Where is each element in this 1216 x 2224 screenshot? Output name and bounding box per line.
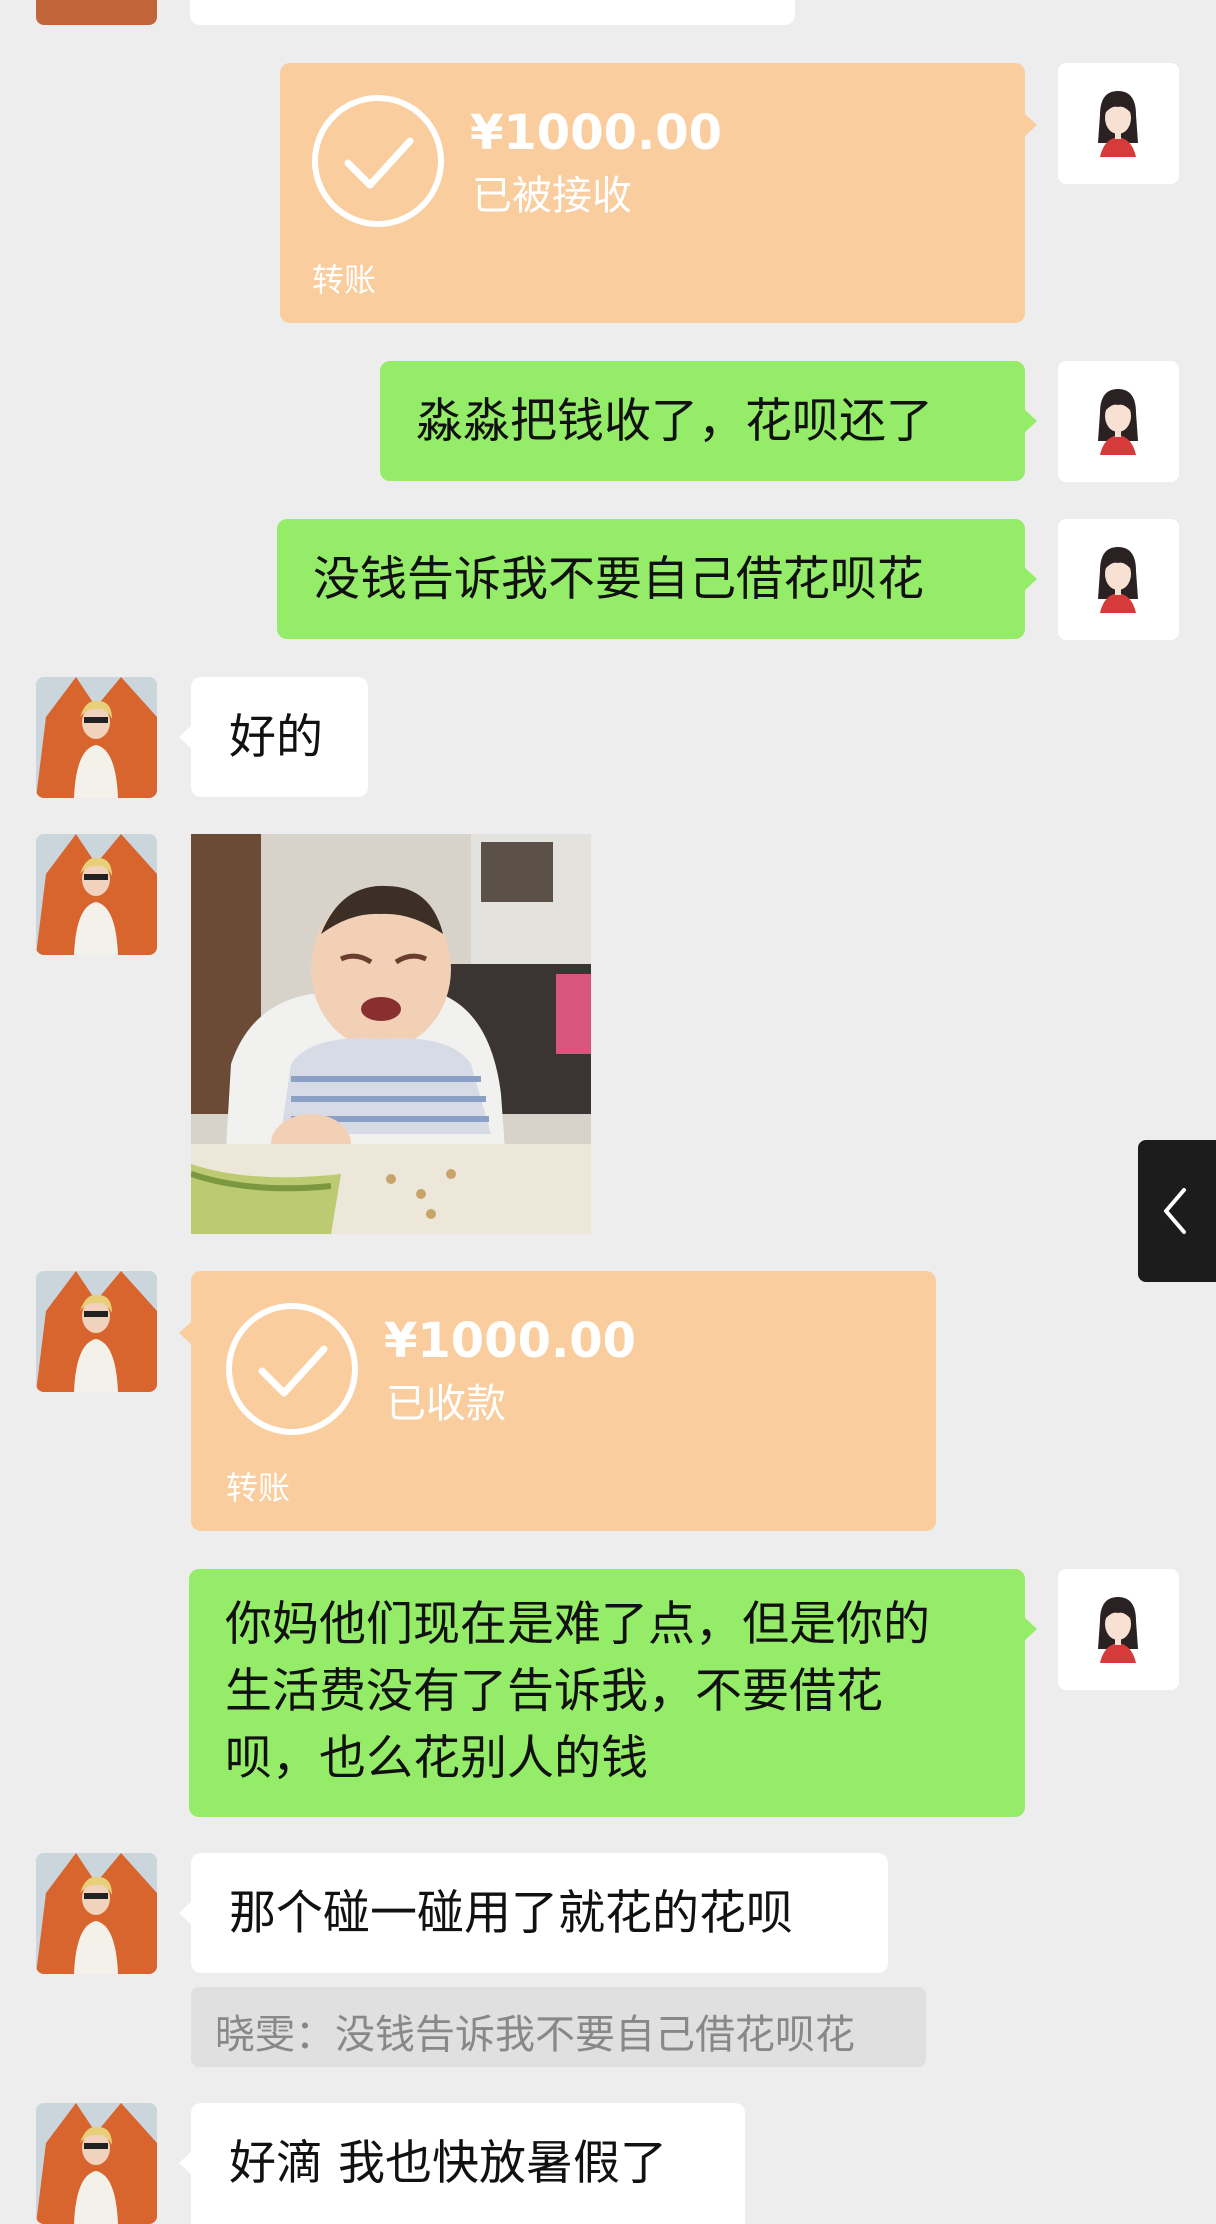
- chevron-left-icon: [1164, 1188, 1186, 1234]
- image-message[interactable]: [191, 834, 591, 1234]
- avatar-self[interactable]: [1058, 519, 1179, 640]
- avatar-girl-icon: [1098, 91, 1138, 157]
- avatar-contact[interactable]: [36, 834, 157, 955]
- message-text: 好滴 我也快放暑假了: [229, 2136, 667, 2191]
- partial-message-top[interactable]: [190, 0, 795, 25]
- side-collapse-tab[interactable]: [1138, 1140, 1216, 1282]
- message-self[interactable]: 你妈他们现在是难了点，但是你的 生活费没有了告诉我，不要借花 呗，也么花别人的钱: [189, 1569, 1037, 1817]
- message-contact[interactable]: 那个碰一碰用了就花的花呗: [179, 1853, 888, 1973]
- transfer-card-sent[interactable]: ¥1000.00 已被接收 转账: [280, 63, 1037, 323]
- avatar-contact[interactable]: [36, 2103, 157, 2224]
- message-contact[interactable]: 好滴 我也快放暑假了: [179, 2103, 745, 2224]
- quoted-text: 晓雯：没钱告诉我不要自己借花呗花: [215, 2012, 855, 2058]
- message-text: 那个碰一碰用了就花的花呗: [229, 1886, 793, 1941]
- message-self[interactable]: 淼淼把钱收了，花呗还了: [380, 361, 1037, 481]
- avatar-contact[interactable]: [36, 1271, 157, 1392]
- avatar-photo: [36, 1271, 157, 1392]
- avatar-photo: [36, 677, 157, 798]
- transfer-label: 转账: [312, 261, 377, 299]
- avatar-self[interactable]: [1058, 1569, 1179, 1690]
- avatar-girl-icon: [1098, 389, 1138, 455]
- message-text: 淼淼把钱收了，花呗还了: [416, 394, 933, 449]
- check-circle-icon: [226, 1303, 358, 1435]
- avatar-self[interactable]: [1058, 63, 1179, 184]
- avatar-photo: [36, 1853, 157, 1974]
- avatar-self[interactable]: [1058, 361, 1179, 482]
- transfer-amount: ¥1000.00: [384, 1313, 637, 1369]
- avatar-contact[interactable]: [36, 677, 157, 798]
- avatar-photo: [36, 834, 157, 955]
- transfer-label: 转账: [226, 1469, 291, 1507]
- avatar-girl-icon: [1098, 547, 1138, 613]
- message-self[interactable]: 没钱告诉我不要自己借花呗花: [277, 519, 1037, 639]
- baby-photo: [191, 834, 591, 1234]
- quoted-message[interactable]: 晓雯：没钱告诉我不要自己借花呗花: [191, 1987, 926, 2067]
- check-circle-icon: [312, 95, 444, 227]
- message-text: 好的: [229, 710, 323, 765]
- partial-avatar-top[interactable]: [36, 0, 157, 25]
- message-text-line: 生活费没有了告诉我，不要借花: [225, 1664, 883, 1719]
- transfer-card-received[interactable]: ¥1000.00 已收款 转账: [179, 1271, 936, 1531]
- message-text-line: 呗，也么花别人的钱: [225, 1731, 648, 1786]
- transfer-status: 已收款: [386, 1381, 506, 1427]
- avatar-photo: [36, 2103, 157, 2224]
- message-text-line: 你妈他们现在是难了点，但是你的: [225, 1597, 930, 1652]
- transfer-status: 已被接收: [472, 173, 632, 219]
- transfer-amount: ¥1000.00: [470, 105, 723, 161]
- message-text: 没钱告诉我不要自己借花呗花: [313, 552, 924, 607]
- avatar-girl-icon: [1098, 1597, 1138, 1663]
- message-contact[interactable]: 好的: [179, 677, 368, 797]
- avatar-contact[interactable]: [36, 1853, 157, 1974]
